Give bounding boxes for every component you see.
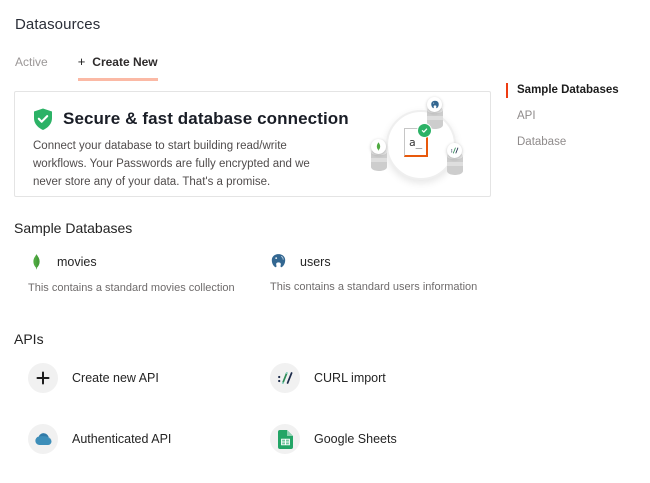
banner-body: Connect your database to start building …: [33, 138, 341, 191]
plugin-label: Google Sheets: [314, 432, 397, 446]
plus-icon: [28, 363, 58, 393]
sidebar-item-database[interactable]: Database: [506, 135, 636, 150]
plugin-label: CURL import: [314, 371, 386, 385]
database-connection-illustration: a_: [364, 100, 486, 192]
postgres-icon: [270, 253, 287, 270]
curl-icon: [447, 143, 462, 158]
sample-db-name: users: [300, 255, 331, 269]
tab-bar: Active + Create New: [0, 54, 650, 81]
apis-heading: APIs: [14, 331, 650, 347]
api-plugins-grid: Create new API CURL import Authenticated…: [28, 363, 650, 483]
sidebar-item-api[interactable]: API: [506, 109, 636, 124]
plugin-label: Create new API: [72, 371, 159, 385]
sample-databases-grid: movies This contains a standard movies c…: [28, 253, 650, 294]
cloud-icon: [28, 424, 58, 454]
plugin-label: Authenticated API: [72, 432, 171, 446]
database-cylinder-mongodb: [368, 146, 390, 174]
mongodb-icon: [28, 253, 44, 271]
curl-import-card[interactable]: CURL import: [270, 363, 650, 393]
mongodb-icon: [371, 139, 386, 154]
tab-active[interactable]: Active: [15, 55, 48, 81]
sample-db-card-movies[interactable]: movies This contains a standard movies c…: [28, 253, 270, 294]
datasource-type-nav: Sample Databases API Database: [506, 83, 636, 161]
create-new-api-card[interactable]: Create new API: [28, 363, 270, 393]
api-card-label: a_: [409, 136, 422, 149]
tab-create-new[interactable]: + Create New: [78, 54, 158, 81]
google-sheets-icon: [270, 424, 300, 454]
google-sheets-card[interactable]: Google Sheets: [270, 424, 650, 454]
check-badge-icon: [417, 123, 432, 138]
curl-icon: [270, 363, 300, 393]
sample-db-card-users[interactable]: users This contains a standard users inf…: [270, 253, 650, 294]
sample-databases-heading: Sample Databases: [14, 220, 650, 236]
banner-title: Secure & fast database connection: [63, 109, 349, 129]
database-cylinder-curl: [444, 150, 466, 178]
datasources-page: Datasources Active + Create New Secure &…: [0, 0, 650, 483]
sample-db-description: This contains a standard movies collecti…: [28, 282, 270, 294]
plus-icon: +: [78, 54, 86, 69]
authenticated-api-card[interactable]: Authenticated API: [28, 424, 270, 454]
shield-check-icon: [33, 108, 53, 130]
sample-db-name: movies: [57, 255, 97, 269]
tab-create-new-label: Create New: [92, 55, 157, 69]
api-center-card: a_: [404, 128, 428, 157]
sample-db-description: This contains a standard users informati…: [270, 281, 650, 293]
sidebar-item-sample-databases[interactable]: Sample Databases: [506, 83, 636, 98]
secure-connection-banner: Secure & fast database connection Connec…: [14, 91, 491, 197]
postgres-icon: [427, 97, 442, 112]
page-title: Datasources: [0, 0, 650, 33]
